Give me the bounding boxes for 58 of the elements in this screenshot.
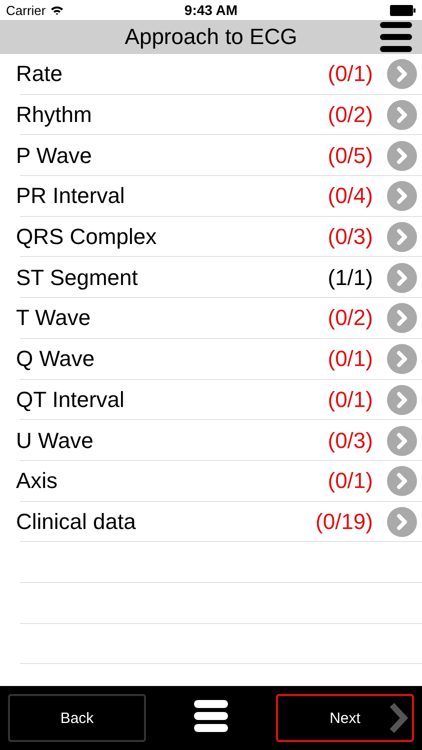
topic-score: (0/5) xyxy=(328,142,373,169)
chevron-icon xyxy=(388,702,408,734)
topic-score: (0/2) xyxy=(328,102,373,128)
topic-name: T Wave xyxy=(16,305,92,332)
battery-icon xyxy=(390,4,416,16)
topic-row[interactable]: Rhythm (0/2) xyxy=(0,94,422,136)
topic-row[interactable]: T Wave (0/2) xyxy=(0,298,422,339)
topic-name: ST Segment xyxy=(16,264,139,291)
topic-row[interactable]: Q Wave (0/1) xyxy=(0,338,422,380)
menu-icon[interactable] xyxy=(380,22,412,52)
chevron-icon[interactable] xyxy=(387,506,417,537)
topic-score: (0/2) xyxy=(328,305,373,332)
chevron-icon[interactable] xyxy=(387,426,417,456)
topic-name: Q Wave xyxy=(16,346,96,372)
clock-time: 9:43 AM xyxy=(184,2,238,18)
topic-score: (0/3) xyxy=(328,428,373,454)
menu-icon[interactable] xyxy=(194,700,228,732)
topic-row[interactable]: QRS Complex (0/3) xyxy=(0,216,422,258)
chevron-icon[interactable] xyxy=(387,222,417,252)
topic-row[interactable]: Clinical data (0/19) xyxy=(0,502,422,542)
topic-name: U Wave xyxy=(16,428,94,454)
topic-score: (0/4) xyxy=(328,183,373,210)
wifi-icon xyxy=(50,4,64,16)
chevron-icon[interactable] xyxy=(387,262,417,293)
topic-row[interactable]: P Wave (0/5) xyxy=(0,135,422,176)
topic-score: (0/1) xyxy=(328,386,373,413)
chevron-icon[interactable] xyxy=(387,344,417,374)
topic-score: (0/1) xyxy=(328,346,373,372)
topic-score: (0/19) xyxy=(316,508,373,535)
chevron-icon[interactable] xyxy=(387,181,417,212)
chevron-icon[interactable] xyxy=(387,466,417,496)
chevron-icon[interactable] xyxy=(387,140,417,171)
chevron-icon[interactable] xyxy=(387,384,417,415)
chevron-icon[interactable] xyxy=(387,100,417,130)
topic-score: (0/3) xyxy=(328,224,373,250)
topic-name: PR Interval xyxy=(16,183,126,210)
chevron-icon[interactable] xyxy=(387,303,417,334)
topic-name: Rhythm xyxy=(16,102,93,128)
topic-row[interactable]: QT Interval (0/1) xyxy=(0,380,422,420)
topic-row[interactable]: Rate (0/1) xyxy=(0,54,422,95)
chevron-icon[interactable] xyxy=(387,59,417,90)
topic-name: QT Interval xyxy=(16,386,126,413)
topic-score: (0/1) xyxy=(328,468,373,494)
carrier-label: Carrier xyxy=(6,2,46,18)
back-button[interactable]: Back xyxy=(8,694,146,742)
topic-name: QRS Complex xyxy=(16,224,158,250)
topic-row[interactable]: Axis (0/1) xyxy=(0,460,422,502)
topic-row[interactable]: PR Interval (0/4) xyxy=(0,176,422,217)
topic-row[interactable]: ST Segment (1/1) xyxy=(0,257,422,298)
topic-row[interactable]: U Wave (0/3) xyxy=(0,420,422,461)
topic-name: Rate xyxy=(16,61,64,88)
topic-score: (1/1) xyxy=(328,264,373,291)
topic-name: Axis xyxy=(16,468,59,494)
topic-name: P Wave xyxy=(16,142,93,169)
topic-name: Clinical data xyxy=(16,508,137,535)
next-button[interactable]: Next xyxy=(276,694,414,742)
topic-score: (0/1) xyxy=(328,61,373,88)
screen-title: Approach to ECG xyxy=(124,24,298,50)
